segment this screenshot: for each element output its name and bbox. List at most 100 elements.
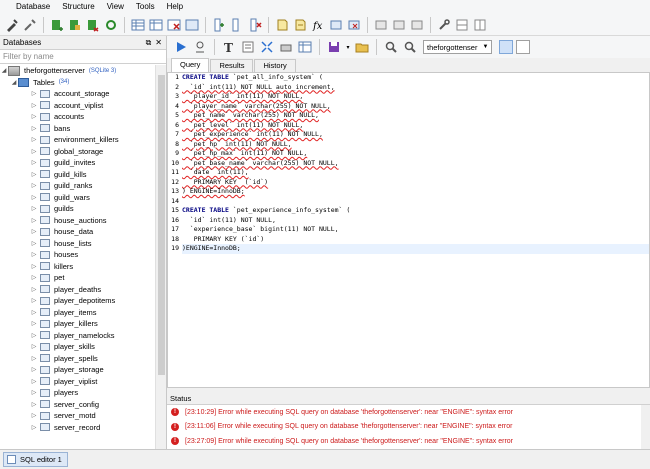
edit-table-icon[interactable] [148,17,164,33]
table-item[interactable]: ▷ guild_invites [0,157,155,169]
export-icon[interactable] [391,17,407,33]
expand-arrow-icon[interactable]: ▷ [30,159,38,166]
table-item[interactable]: ▷ player_deaths [0,284,155,296]
expand-arrow-icon[interactable]: ▷ [30,309,38,316]
table-item[interactable]: ▷ environment_killers [0,134,155,146]
table-data-icon[interactable] [184,17,200,33]
expand-arrow-icon[interactable]: ▷ [30,286,38,293]
filter-input[interactable]: Filter by name [0,50,166,64]
view-icon[interactable] [328,17,344,33]
table-item[interactable]: ▷ account_viplist [0,100,155,112]
table-view-icon[interactable] [297,39,313,55]
table-item[interactable]: ▷ player_viplist [0,376,155,388]
sql-editor[interactable]: 1 2 3 4 5 6 7 8 9 10 11 12 13 14 15 16 17 18 19 CREATE TAB… [167,73,650,388]
execute-icon[interactable] [173,39,189,55]
table-item[interactable]: ▷ players [0,387,155,399]
table-item[interactable]: ▷ server_record [0,422,155,434]
menu-structure[interactable]: Structure [56,0,100,14]
table-item[interactable]: ▷ killers [0,261,155,273]
tab-query[interactable]: Query [171,58,210,72]
drop-table-icon[interactable] [166,17,182,33]
table-item[interactable]: ▷ house_auctions [0,215,155,227]
expand-arrow-icon[interactable]: ▷ [30,182,38,189]
table-item[interactable]: ▷ house_data [0,226,155,238]
save-dropdown-icon[interactable]: ▾ [345,39,351,55]
layout2-icon[interactable] [472,17,488,33]
expand-arrow-icon[interactable]: ▷ [30,401,38,408]
table-item[interactable]: ▷ house_lists [0,238,155,250]
expand-arrow-icon[interactable]: ▷ [30,136,38,143]
layout-vertical-button[interactable] [516,40,531,54]
menu-tools[interactable]: Tools [130,0,161,14]
table-item[interactable]: ▷ pet [0,272,155,284]
save-icon[interactable] [326,39,342,55]
expand-arrow-icon[interactable]: ▷ [30,274,38,281]
expand-arrow-icon[interactable]: ▷ [30,297,38,304]
status-scrollbar[interactable] [641,405,650,449]
expand-arrow-icon[interactable]: ▷ [30,343,38,350]
table-item[interactable]: ▷ accounts [0,111,155,123]
format-text-icon[interactable]: T [221,39,237,55]
print-icon[interactable] [278,39,294,55]
connect-icon[interactable] [4,17,20,33]
drop-column-icon[interactable] [247,17,263,33]
expand-arrow-icon[interactable]: ▷ [30,90,38,97]
function-icon[interactable]: fx [310,17,326,33]
wrench-icon[interactable] [436,17,452,33]
expand-arrow-icon[interactable]: ▷ [30,251,38,258]
add-database-icon[interactable] [49,17,65,33]
open-folder-icon[interactable] [354,39,370,55]
expand-arrow-icon[interactable]: ▷ [30,320,38,327]
collapse-arrow-icon[interactable]: ◢ [0,67,8,74]
edit-column-icon[interactable] [229,17,245,33]
expand-arrow-icon[interactable]: ▷ [30,424,38,431]
tables-node[interactable]: ◢ Tables (34) [0,77,155,89]
restore-icon[interactable]: ⧉ [146,38,152,48]
menu-database[interactable]: Database [4,0,56,14]
layout-horizontal-button[interactable] [499,40,514,54]
expand-arrow-icon[interactable]: ▷ [30,228,38,235]
comment-icon[interactable] [240,39,256,55]
tab-history[interactable]: History [254,59,296,72]
tab-results[interactable]: Results [210,59,254,72]
server-node[interactable]: ◢ theforgottenserver (SQLite 3) [0,65,155,77]
table-item[interactable]: ▷ player_killers [0,318,155,330]
expand-arrow-icon[interactable]: ▷ [30,355,38,362]
refresh-icon[interactable] [103,17,119,33]
vacuum-icon[interactable] [409,17,425,33]
expand-arrow-icon[interactable]: ▷ [30,148,38,155]
menu-view[interactable]: View [101,0,130,14]
import-icon[interactable] [373,17,389,33]
expand-arrow-icon[interactable]: ▷ [30,125,38,132]
table-item[interactable]: ▷ server_config [0,399,155,411]
table-item[interactable]: ▷ guild_kills [0,169,155,181]
trigger-icon[interactable] [292,17,308,33]
table-item[interactable]: ▷ account_storage [0,88,155,100]
table-item[interactable]: ▷ global_storage [0,146,155,158]
expand-arrow-icon[interactable]: ▷ [30,194,38,201]
expand-arrow-icon[interactable]: ▷ [30,412,38,419]
table-item[interactable]: ▷ guild_wars [0,192,155,204]
table-item[interactable]: ▷ player_namelocks [0,330,155,342]
edit-index-icon[interactable] [274,17,290,33]
expand-arrow-icon[interactable]: ▷ [30,171,38,178]
create-table-icon[interactable] [130,17,146,33]
collapse-icon[interactable] [259,39,275,55]
expand-arrow-icon[interactable]: ▷ [30,378,38,385]
collapse-arrow-icon[interactable]: ◢ [10,79,18,86]
add-column-icon[interactable] [211,17,227,33]
expand-arrow-icon[interactable]: ▷ [30,217,38,224]
drop-view-icon[interactable] [346,17,362,33]
expand-arrow-icon[interactable]: ▷ [30,366,38,373]
table-item[interactable]: ▷ guild_ranks [0,180,155,192]
disconnect-icon[interactable] [22,17,38,33]
table-item[interactable]: ▷ player_skills [0,341,155,353]
table-item[interactable]: ▷ houses [0,249,155,261]
edit-database-icon[interactable] [67,17,83,33]
table-item[interactable]: ▷ player_items [0,307,155,319]
menu-help[interactable]: Help [161,0,189,14]
expand-arrow-icon[interactable]: ▷ [30,113,38,120]
table-item[interactable]: ▷ player_depotitems [0,295,155,307]
tree-scrollbar[interactable] [155,65,166,449]
layout-icon[interactable] [454,17,470,33]
